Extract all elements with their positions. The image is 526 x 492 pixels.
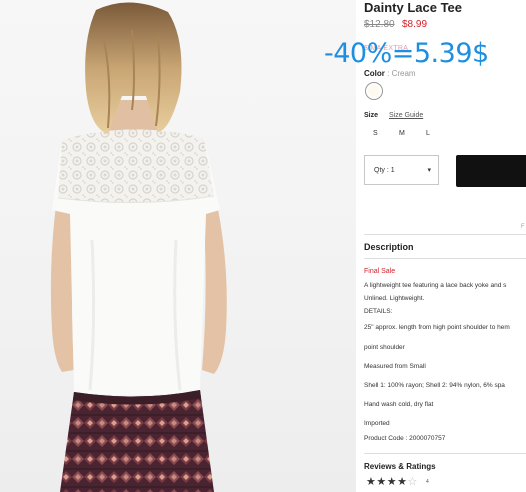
sale-price: $8.99 (402, 19, 428, 30)
review-count: 4 (426, 479, 429, 485)
color-value: : Cream (387, 69, 416, 78)
final-sale-label: Final Sale (364, 268, 396, 275)
size-option-s[interactable]: S (373, 130, 378, 137)
star-empty-icon: ☆ (407, 476, 418, 488)
description-line: Hand wash cold, dry flat (364, 401, 434, 408)
description-line: Unlined. Lightweight. (364, 295, 425, 302)
description-line: point shoulder (364, 344, 405, 351)
color-swatch-cream[interactable] (365, 82, 383, 100)
rating-stars: ★★★★☆ (366, 475, 418, 488)
description-line: DETAILS: (364, 308, 393, 315)
product-title: Dainty Lace Tee (364, 0, 463, 15)
add-to-bag-button[interactable] (456, 155, 526, 187)
description-line: Shell 1: 100% rayon; Shell 2: 94% nylon,… (364, 382, 505, 389)
quantity-select[interactable]: Qty : 1 ▾ (364, 155, 439, 185)
divider (364, 453, 526, 454)
product-image[interactable] (0, 0, 356, 492)
divider (364, 234, 526, 235)
color-label-row: Color : Cream (364, 69, 416, 78)
discount-overlay-text: -40%=5.39$ (324, 38, 489, 69)
size-option-l[interactable]: L (426, 130, 430, 137)
product-code: Product Code : 2000070757 (364, 435, 446, 442)
chevron-down-icon: ▾ (427, 167, 431, 174)
size-guide-link[interactable]: Size Guide (389, 112, 423, 119)
quantity-value: Qty : 1 (374, 167, 395, 174)
description-line: 25" approx. length from high point shoul… (364, 324, 510, 331)
description-line: A lightweight tee featuring a lace back … (364, 282, 507, 289)
size-option-m[interactable]: M (399, 130, 405, 137)
original-price: $12.80 (364, 19, 395, 30)
promo-marker: F (521, 224, 525, 230)
color-label: Color (364, 69, 385, 78)
size-label: Size (364, 112, 379, 119)
description-line: Measured from Small (364, 363, 426, 370)
description-heading[interactable]: Description (364, 242, 414, 252)
divider (364, 258, 526, 259)
star-filled-icon: ★★★★ (366, 476, 408, 488)
description-line: Imported (364, 420, 390, 427)
model-photo-graphic (50, 2, 227, 492)
product-details-panel: Dainty Lace Tee $12.80 $8.99 $ MA EXTRA … (364, 0, 526, 492)
reviews-heading[interactable]: Reviews & Ratings (364, 462, 436, 471)
